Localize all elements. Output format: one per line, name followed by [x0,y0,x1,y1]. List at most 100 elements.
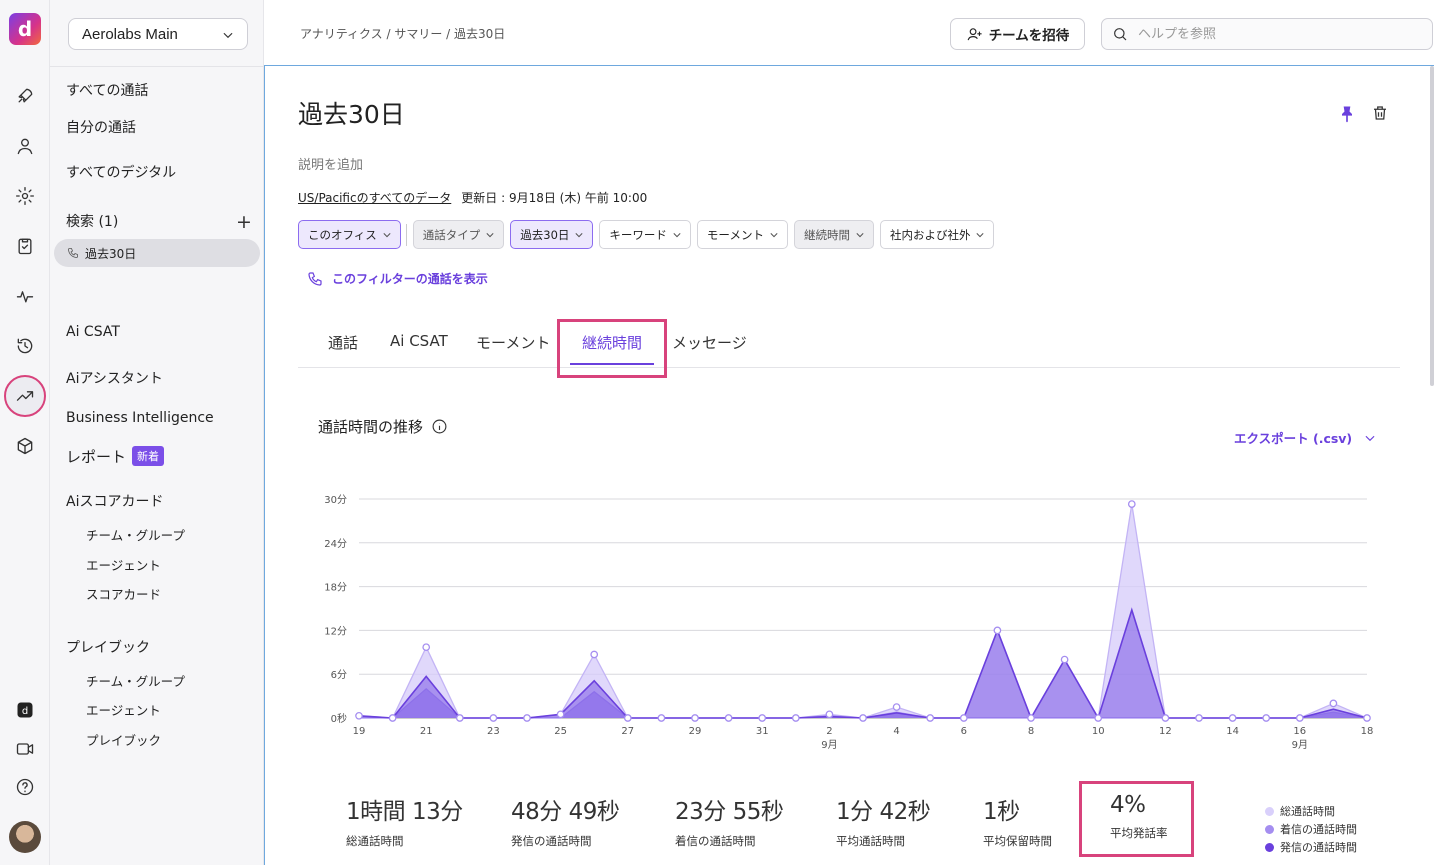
sidebar-item-scorecard-teams[interactable]: チーム・グループ [86,525,185,544]
data-point [758,714,767,722]
filter-keyword[interactable]: キーワード [599,220,691,249]
pin-icon[interactable] [1337,104,1357,124]
person-icon[interactable] [11,132,39,160]
trending-icon[interactable] [4,375,46,417]
workspace-selector[interactable]: Aerolabs Main [68,18,248,50]
activity-icon[interactable] [11,282,39,310]
top-bar: アナリティクス / サマリー / 過去30日 チームを招待 [265,0,1434,66]
add-description[interactable]: 説明を追加 [298,154,363,173]
invite-team-button[interactable]: チームを招待 [950,18,1085,50]
x-tick-label: 2 [826,726,832,737]
data-point [1329,699,1338,708]
data-point [388,714,397,722]
export-csv-button[interactable]: エクスポート (.csv) [1234,428,1377,447]
chevron-down-icon [383,232,391,237]
sidebar-item-playbook-agents[interactable]: エージェント [86,700,161,719]
sidebar-item-ai-scorecard[interactable]: Aiスコアカード [66,491,163,511]
filter-internal-external[interactable]: 社内および社外 [879,220,995,249]
timezone-link[interactable]: US/Pacificのすべてのデータ [298,191,451,205]
sidebar-item-playbook-teams[interactable]: チーム・グループ [86,671,185,690]
add-search-icon[interactable]: + [236,211,252,233]
scrollbar[interactable] [1430,66,1434,386]
y-tick-label: 18分 [324,582,347,594]
gear-icon[interactable] [11,182,39,210]
tab-bar: 通話 Ai CSAT モーメント 継続時間 メッセージ [298,332,1400,368]
video-icon[interactable] [11,735,39,763]
data-point [993,626,1002,635]
clipboard-icon[interactable] [11,232,39,260]
updated-timestamp: 更新日 : 9月18日 (木) 午前 10:00 [461,191,648,205]
dialpad-app-icon[interactable]: d [11,696,39,724]
divider [50,66,264,67]
legend-label: 総通話時間 [1280,805,1335,818]
line-total [358,504,1368,720]
data-point [657,714,666,722]
stat-value: 23分 55秒 [675,799,784,825]
history-icon[interactable] [11,332,39,360]
x-tick-label: 10 [1092,726,1105,737]
help-circle-icon[interactable] [11,773,39,801]
y-tick-label: 24分 [324,538,347,550]
x-tick-label: 27 [621,726,634,737]
sidebar-item-ai-csat[interactable]: Ai CSAT [66,324,120,340]
data-point [455,714,464,722]
stat-label: 総通話時間 [346,834,404,848]
filter-office[interactable]: このオフィス [298,220,401,249]
chevron-down-icon [575,232,583,237]
icon-rail: d d [0,0,50,865]
filter-moment[interactable]: モーメント [696,220,788,249]
x-tick-label: 8 [1028,726,1034,737]
filter-call-type[interactable]: 通話タイプ [412,220,505,249]
help-search[interactable] [1101,18,1433,50]
sidebar-item-scorecards[interactable]: スコアカード [86,584,161,603]
legend-swatch [1265,824,1274,834]
chevron-down-icon [1365,435,1375,441]
sidebar-item-all-digital[interactable]: すべてのデジタル [66,162,176,182]
avatar[interactable] [9,821,41,853]
data-point [1027,714,1035,722]
data-point [1262,714,1271,722]
info-icon[interactable] [431,418,448,435]
sidebar-item-bi[interactable]: Business Intelligence [66,410,214,426]
breadcrumb[interactable]: アナリティクス / サマリー / 過去30日 [300,25,505,42]
stat-label: 平均通話時間 [836,834,905,848]
phone-icon [308,271,322,286]
help-search-input[interactable] [1138,26,1408,42]
filter-label: キーワード [609,227,667,242]
sidebar-item-my-calls[interactable]: 自分の通話 [66,117,136,137]
filter-date-range[interactable]: 過去30日 [510,220,594,249]
rocket-icon[interactable] [11,82,39,110]
legend-item-total[interactable]: 総通話時間 [1265,802,1357,820]
x-tick-label: 31 [756,726,769,737]
x-tick-label: 19 [353,726,366,737]
tab-messages[interactable]: メッセージ [672,332,747,353]
data-point [1094,714,1103,722]
tab-moments[interactable]: モーメント [476,332,550,353]
stat-value: 1秒 [983,799,1020,825]
sidebar-item-all-calls[interactable]: すべての通話 [66,80,148,100]
sidebar-item-reports[interactable]: レポート 新着 [66,446,165,467]
sidebar-item-playbooks[interactable]: プレイブック [86,730,161,749]
tab-highlight-box [557,319,667,378]
legend-item-outbound[interactable]: 発信の通話時間 [1265,838,1357,856]
dialpad-logo-icon[interactable]: d [9,13,41,45]
sidebar-item-ai-assistant[interactable]: Aiアシスタント [66,368,163,388]
data-point [1127,500,1136,508]
filter-duration[interactable]: 継続時間 [793,220,874,249]
tab-ai-csat[interactable]: Ai CSAT [390,332,448,350]
delete-icon[interactable] [1371,104,1391,124]
y-tick-label: 0秒 [331,712,347,725]
legend-item-inbound[interactable]: 着信の通話時間 [1265,820,1357,838]
sidebar-item-saved-search[interactable]: 過去30日 [54,239,260,267]
chart-title-text: 通話時間の推移 [318,418,424,436]
show-filtered-calls-link[interactable]: このフィルターの通話を表示 [307,270,488,287]
data-point [355,711,363,720]
x-tick-label: 4 [893,726,899,737]
data-point [892,703,901,711]
sidebar-item-scorecard-agents[interactable]: エージェント [86,555,161,574]
tab-calls[interactable]: 通話 [328,332,358,353]
cube-icon[interactable] [11,432,39,460]
stat-value: 48分 49秒 [511,799,620,825]
data-point [422,643,431,652]
sidebar-item-playbook[interactable]: プレイブック [66,637,150,657]
